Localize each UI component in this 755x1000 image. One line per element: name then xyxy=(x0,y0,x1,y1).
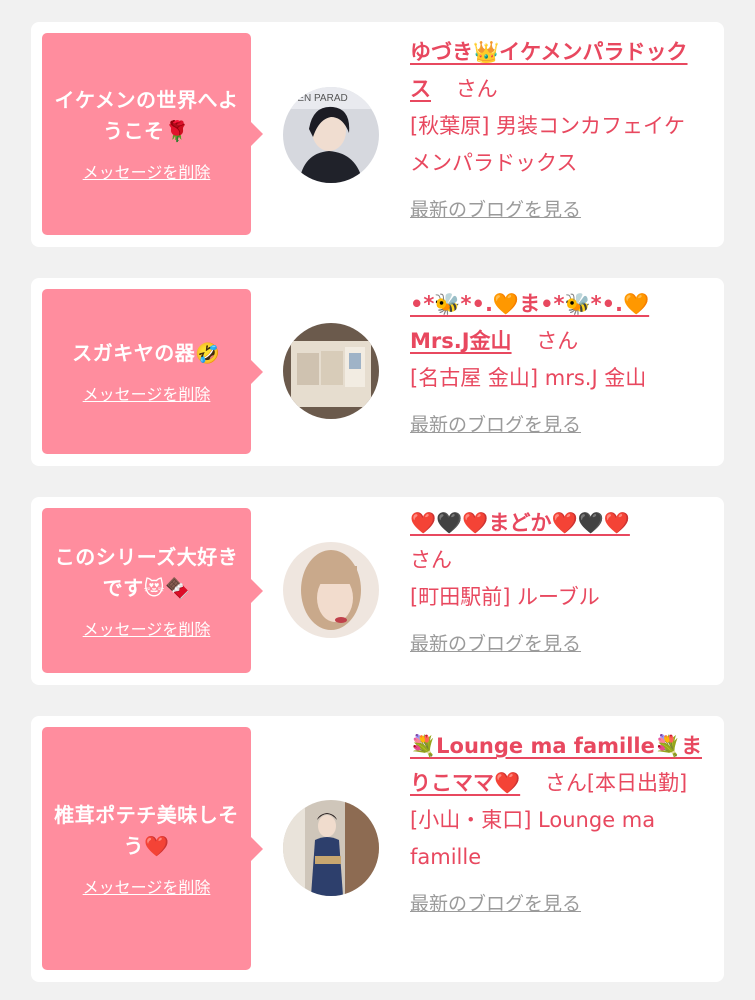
message-text: イケメンの世界へようこそ🌹 xyxy=(54,88,239,143)
san-label: さん xyxy=(410,548,452,572)
user-info: ゆづき👑イケメンパラドックス さん [秋葉原] 男装コンカフェイケメンパラドック… xyxy=(410,34,702,229)
shop-name: [秋葉原] 男装コンカフェイケメンパラドックス xyxy=(410,114,686,175)
san-label: さん xyxy=(544,771,587,795)
avatar-photo-kimono xyxy=(283,800,379,896)
avatar[interactable]: MEN PARAD xyxy=(283,87,379,183)
shop-name: [町田駅前] ルーブル xyxy=(410,585,600,609)
user-info: 💐Lounge ma famille💐まりこママ❤️ さん[本日出勤] [小山・… xyxy=(410,728,702,923)
message-text: このシリーズ大好きです😻🍫 xyxy=(54,544,239,600)
delete-message-link[interactable]: メッセージを削除 xyxy=(83,381,211,405)
message-text: 椎茸ポテチ美味しそう❤️ xyxy=(54,802,239,858)
shop-name: [名古屋 金山] mrs.J 金山 xyxy=(410,366,647,390)
message-bubble: 椎茸ポテチ美味しそう❤️ メッセージを削除 xyxy=(42,727,263,970)
message-bubble: イケメンの世界へようこそ🌹 メッセージを削除 xyxy=(42,33,263,235)
avatar-photo-bowls xyxy=(283,323,379,419)
user-info: ❤️🖤❤️まどか❤️🖤❤️ さん [町田駅前] ルーブル 最新のブログを見る xyxy=(410,505,702,663)
message-text: スガキヤの器🤣 xyxy=(72,341,221,365)
avatar-photo-girl xyxy=(283,542,379,638)
avatar[interactable] xyxy=(283,323,379,419)
avatar[interactable] xyxy=(283,542,379,638)
message-card: イケメンの世界へようこそ🌹 メッセージを削除 MEN PARAD ゆづき👑イケメ… xyxy=(31,22,724,247)
user-name-link[interactable]: •*🐝*•.🧡ま•*🐝*•.🧡Mrs.J金山 xyxy=(410,292,649,353)
delete-message-link[interactable]: メッセージを削除 xyxy=(83,159,211,183)
message-feed: イケメンの世界へようこそ🌹 メッセージを削除 MEN PARAD ゆづき👑イケメ… xyxy=(0,0,755,1000)
latest-blog-link[interactable]: 最新のブログを見る xyxy=(410,407,581,444)
message-card: スガキヤの器🤣 メッセージを削除 •*🐝*•.🧡ま•*🐝*•.🧡Mrs.J金山 … xyxy=(31,278,724,466)
latest-blog-link[interactable]: 最新のブログを見る xyxy=(410,192,581,229)
svg-text:MEN PARAD: MEN PARAD xyxy=(289,93,348,104)
message-card: 椎茸ポテチ美味しそう❤️ メッセージを削除 💐Lounge ma famille… xyxy=(31,716,724,982)
on-duty-status: [本日出勤] xyxy=(586,771,688,795)
user-name-link[interactable]: ❤️🖤❤️まどか❤️🖤❤️ xyxy=(410,511,630,535)
message-bubble: スガキヤの器🤣 メッセージを削除 xyxy=(42,289,263,454)
latest-blog-link[interactable]: 最新のブログを見る xyxy=(410,626,581,663)
shop-name: [小山・東口] Lounge ma famille xyxy=(410,808,656,869)
user-name-link[interactable]: ゆづき👑イケメンパラドックス xyxy=(410,40,688,101)
user-info: •*🐝*•.🧡ま•*🐝*•.🧡Mrs.J金山 さん [名古屋 金山] mrs.J… xyxy=(410,286,702,444)
message-bubble: このシリーズ大好きです😻🍫 メッセージを削除 xyxy=(42,508,263,673)
avatar[interactable] xyxy=(283,800,379,896)
san-label: さん xyxy=(455,77,498,101)
latest-blog-link[interactable]: 最新のブログを見る xyxy=(410,886,581,923)
avatar-photo-male-host: MEN PARAD xyxy=(283,87,379,183)
delete-message-link[interactable]: メッセージを削除 xyxy=(83,616,211,640)
san-label: さん xyxy=(536,329,579,353)
message-card: このシリーズ大好きです😻🍫 メッセージを削除 ❤️🖤❤️まどか❤️🖤❤️ さん … xyxy=(31,497,724,685)
delete-message-link[interactable]: メッセージを削除 xyxy=(83,874,211,898)
